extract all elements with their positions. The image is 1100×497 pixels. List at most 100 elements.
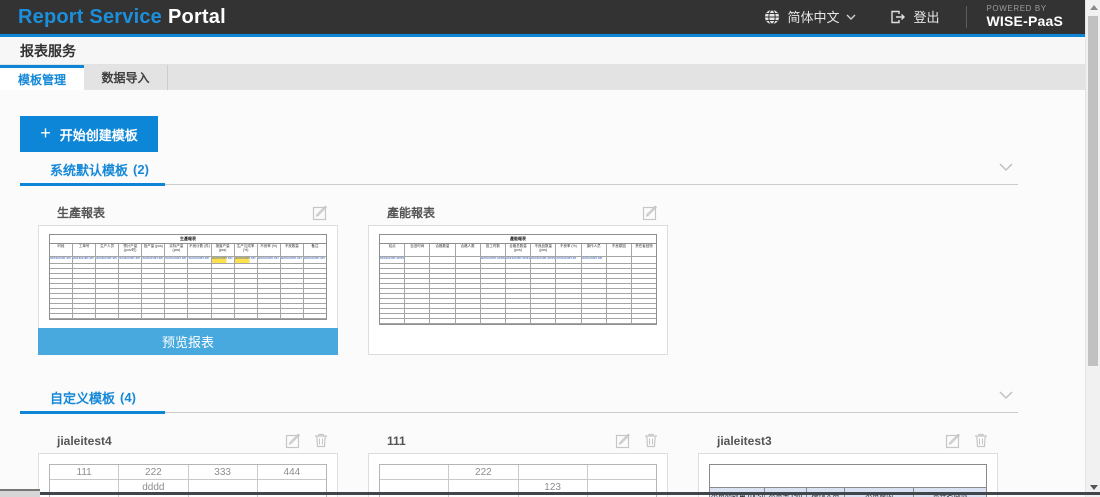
wise-paas-logo-text: WISE-PaaS: [987, 14, 1064, 29]
edit-icon[interactable]: [285, 432, 302, 449]
table-part: 责任者回馈: [632, 244, 656, 257]
table-part: [556, 319, 581, 324]
table-part: workorder.sel: [119, 257, 142, 264]
template-name: 111: [387, 434, 406, 448]
table-part: workorder.selec: [380, 257, 405, 264]
table-part: [456, 319, 481, 324]
table-part: [50, 314, 326, 319]
table-part: [380, 319, 656, 324]
table-part: workorder.sel: [281, 257, 304, 264]
template-name: jialeitest3: [717, 434, 772, 448]
brand-secondary: Portal: [168, 6, 226, 28]
table-part: 站点百旧时间合格数量合格人数投工时数合格总数量 (pcs)不良品数量 (pcs)…: [380, 244, 656, 257]
table-part: 投产量 (pcs): [142, 244, 165, 257]
language-selector[interactable]: 简体中文: [764, 7, 863, 26]
logout-icon: [889, 9, 906, 25]
table-part: workorder.selec1: [531, 257, 556, 264]
create-template-button[interactable]: + 开始创建模板: [20, 116, 158, 152]
table-part: [96, 314, 119, 319]
table-part: [710, 465, 986, 488]
table-part: workorder.sel: [142, 257, 165, 264]
template-preview-card[interactable]: 不良品数量 (pcs)不良率 (%)操作人员不良原因责任者回馈: [698, 453, 998, 497]
table-part: 不良原因: [607, 244, 632, 257]
edit-icon[interactable]: [615, 432, 632, 449]
scrollbar-up-arrow[interactable]: [1090, 5, 1098, 10]
table-part: [165, 314, 188, 319]
card-label-row: 111: [368, 428, 668, 453]
table-part: 投工时数: [481, 244, 506, 257]
card-label-row: jialeitest4: [38, 428, 338, 453]
table-part: [119, 314, 142, 319]
card-actions: [615, 432, 659, 449]
card-label-row: 產能報表: [368, 200, 668, 225]
edit-icon[interactable]: [642, 204, 659, 221]
window-bottom-edge: [40, 492, 1100, 495]
table-part: [380, 465, 449, 480]
table-part: 预计产量 (pcs/时): [119, 244, 142, 257]
table-part: [258, 314, 281, 319]
table-part: 合格数量: [430, 244, 455, 257]
table-part: workorder.sel: [165, 257, 188, 264]
table-part: 不良计数 (件): [188, 244, 211, 257]
edit-icon[interactable]: [312, 204, 329, 221]
collapse-chevron-icon[interactable]: [999, 391, 1013, 400]
table-part: 不良数量: [281, 244, 304, 257]
table-part: [73, 314, 96, 319]
table-part: [582, 319, 607, 324]
app-brand: Report ServicePortal: [18, 6, 226, 29]
table-part: [142, 314, 165, 319]
template-name: 生產報表: [57, 204, 105, 221]
report-service-portal-page: Report ServicePortal 简体中文: [0, 0, 1100, 497]
create-template-label: 开始创建模板: [60, 125, 138, 144]
template-preview-card[interactable]: 222123: [368, 453, 668, 497]
table-part: 合格总数量 (pcs): [506, 244, 531, 257]
edit-icon[interactable]: [945, 432, 962, 449]
preview-report-button[interactable]: 预览报表: [38, 328, 338, 355]
powered-by-logo: POWERED BY WISE-PaaS: [987, 5, 1064, 28]
template-card-111: 111 222123: [368, 428, 668, 497]
table-part: 不良品数量 (pcs): [531, 244, 556, 257]
table-part: 333: [189, 465, 258, 480]
section-custom-templates-header: 自定义模板 (4): [0, 389, 1085, 406]
delete-icon[interactable]: [643, 432, 659, 449]
tab-template-management[interactable]: 模板管理: [0, 65, 84, 90]
scrollbar-thumb[interactable]: [1088, 16, 1098, 366]
table-part: [632, 319, 656, 324]
table-part: [519, 465, 588, 480]
table-part: [50, 314, 73, 319]
system-template-cards: 生產報表 生產報表时段工单号生产人员预计产量 (pcs/时)投产量 (pcs)实…: [38, 200, 1085, 355]
table-part: [380, 319, 405, 324]
template-preview-card[interactable]: 111222333444dddd: [38, 453, 338, 497]
delete-icon[interactable]: [973, 432, 989, 449]
table-part: workorder.sel: [582, 257, 607, 264]
table-part: [456, 257, 481, 264]
divider-accent: [20, 411, 165, 414]
collapse-chevron-icon[interactable]: [999, 163, 1013, 172]
template-card-jialeitest4: jialeitest4 111222333444dddd: [38, 428, 338, 497]
table-part: [531, 319, 556, 324]
table-part: [588, 465, 656, 480]
template-card-jialeitest3: jialeitest3 不良品数量 (pcs)不良率 (%)操作人员不良原因: [698, 428, 998, 497]
divider-line: [20, 412, 1018, 413]
table-part: [607, 319, 632, 324]
window-bottom-corner: [0, 489, 40, 497]
template-preview-card[interactable]: 產能報表站点百旧时间合格数量合格人数投工时数合格总数量 (pcs)不良品数量 (…: [368, 225, 668, 355]
table-part: workorder.sel: [258, 257, 281, 264]
template-preview-card[interactable]: 生產報表时段工单号生产人员预计产量 (pcs/时)投产量 (pcs)实际产量 (…: [38, 225, 338, 355]
tab-data-import[interactable]: 数据导入: [84, 65, 168, 90]
table-part: [304, 314, 326, 319]
scrollbar-down-arrow[interactable]: [1090, 485, 1098, 490]
section-title: 自定义模板: [50, 388, 115, 407]
table-part: [430, 319, 455, 324]
table-part: workorder.selec: [481, 257, 506, 264]
table-part: workorder.selec1: [506, 257, 531, 264]
card-actions: [945, 432, 989, 449]
globe-icon: [764, 9, 780, 25]
table-part: 不良率 (%): [258, 244, 281, 257]
vertical-scrollbar[interactable]: [1085, 0, 1100, 497]
mini-report-table: 產能報表站点百旧时间合格数量合格人数投工时数合格总数量 (pcs)不良品数量 (…: [379, 234, 657, 325]
tab-label: 数据导入: [101, 69, 149, 86]
logout-button[interactable]: 登出: [889, 7, 939, 26]
delete-icon[interactable]: [313, 432, 329, 449]
table-part: 不良率 (%): [556, 244, 581, 257]
